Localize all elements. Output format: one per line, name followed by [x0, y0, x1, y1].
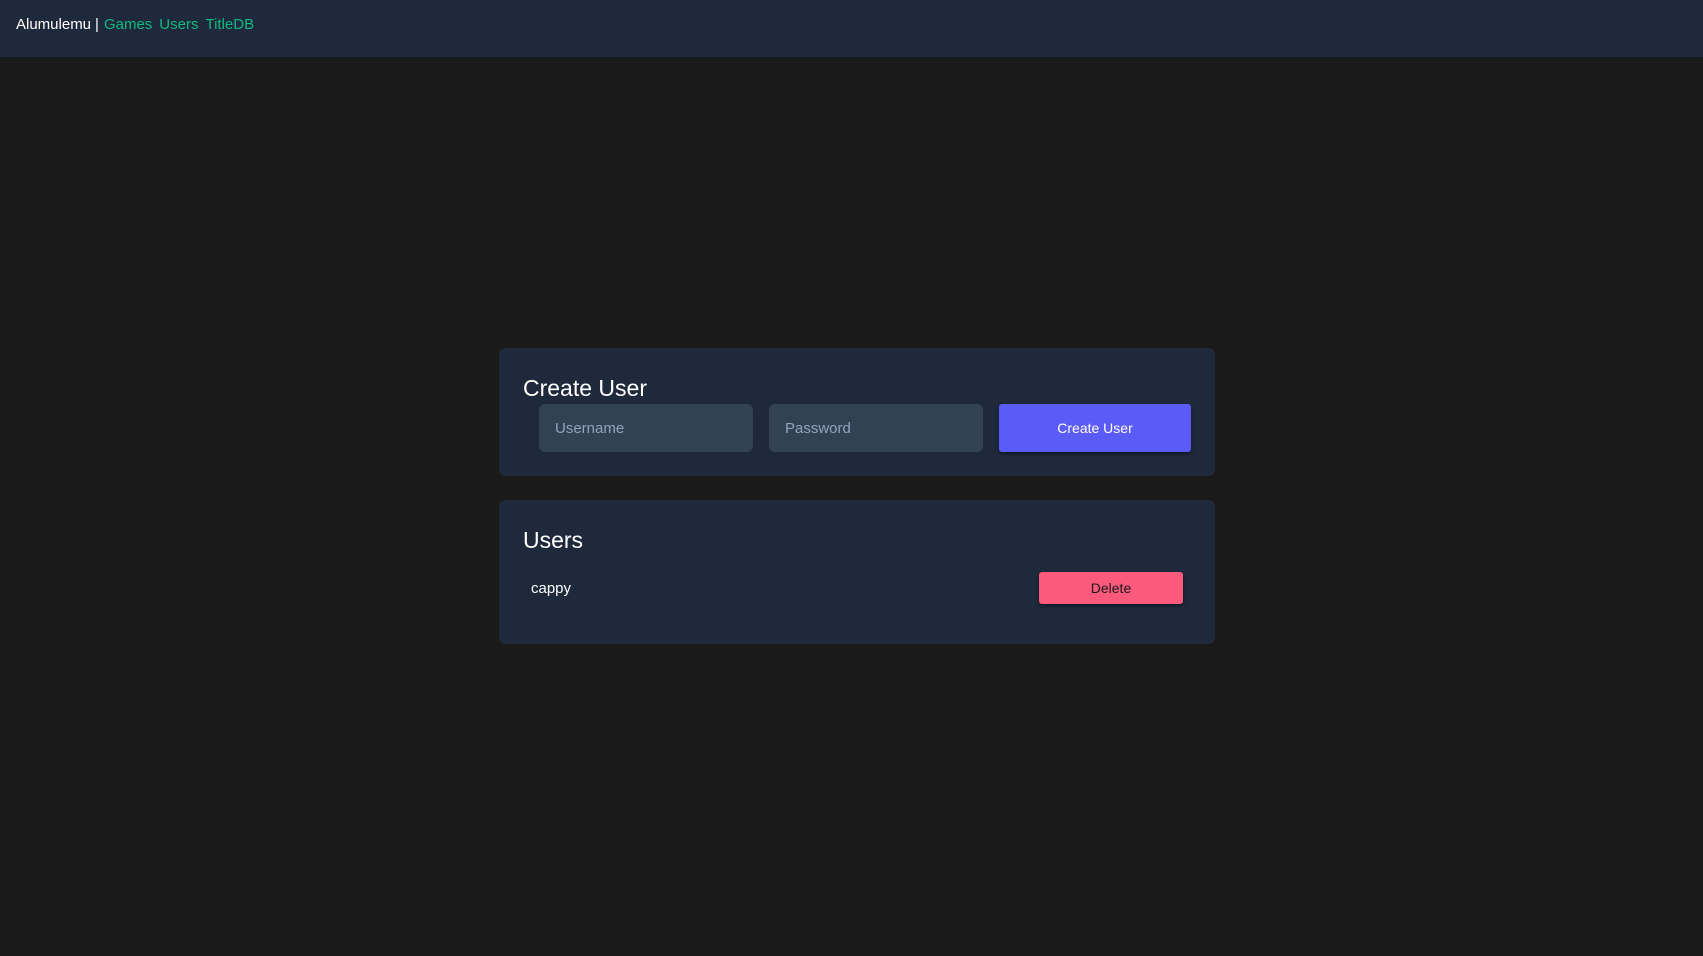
- user-name: cappy: [531, 580, 572, 597]
- create-user-button[interactable]: Create User: [999, 404, 1191, 452]
- users-title: Users: [523, 527, 584, 553]
- nav-link-users[interactable]: Users: [159, 16, 198, 33]
- top-navbar: Alumulemu | Games Users TitleDB: [0, 0, 1703, 57]
- brand-separator: |: [95, 16, 99, 33]
- nav-link-titledb[interactable]: TitleDB: [205, 16, 254, 33]
- username-input[interactable]: [539, 404, 753, 452]
- create-user-title: Create User: [523, 375, 647, 401]
- app-brand: Alumulemu: [16, 16, 92, 33]
- user-list-item: cappy Delete: [523, 572, 1191, 606]
- delete-user-button[interactable]: Delete: [1039, 572, 1183, 604]
- password-input[interactable]: [769, 404, 983, 452]
- users-card: Users cappy Delete: [499, 500, 1215, 644]
- nav-link-games[interactable]: Games: [104, 16, 152, 33]
- create-user-card: Create User Create User: [499, 348, 1215, 476]
- navbar-content: Alumulemu | Games Users TitleDB: [16, 16, 261, 33]
